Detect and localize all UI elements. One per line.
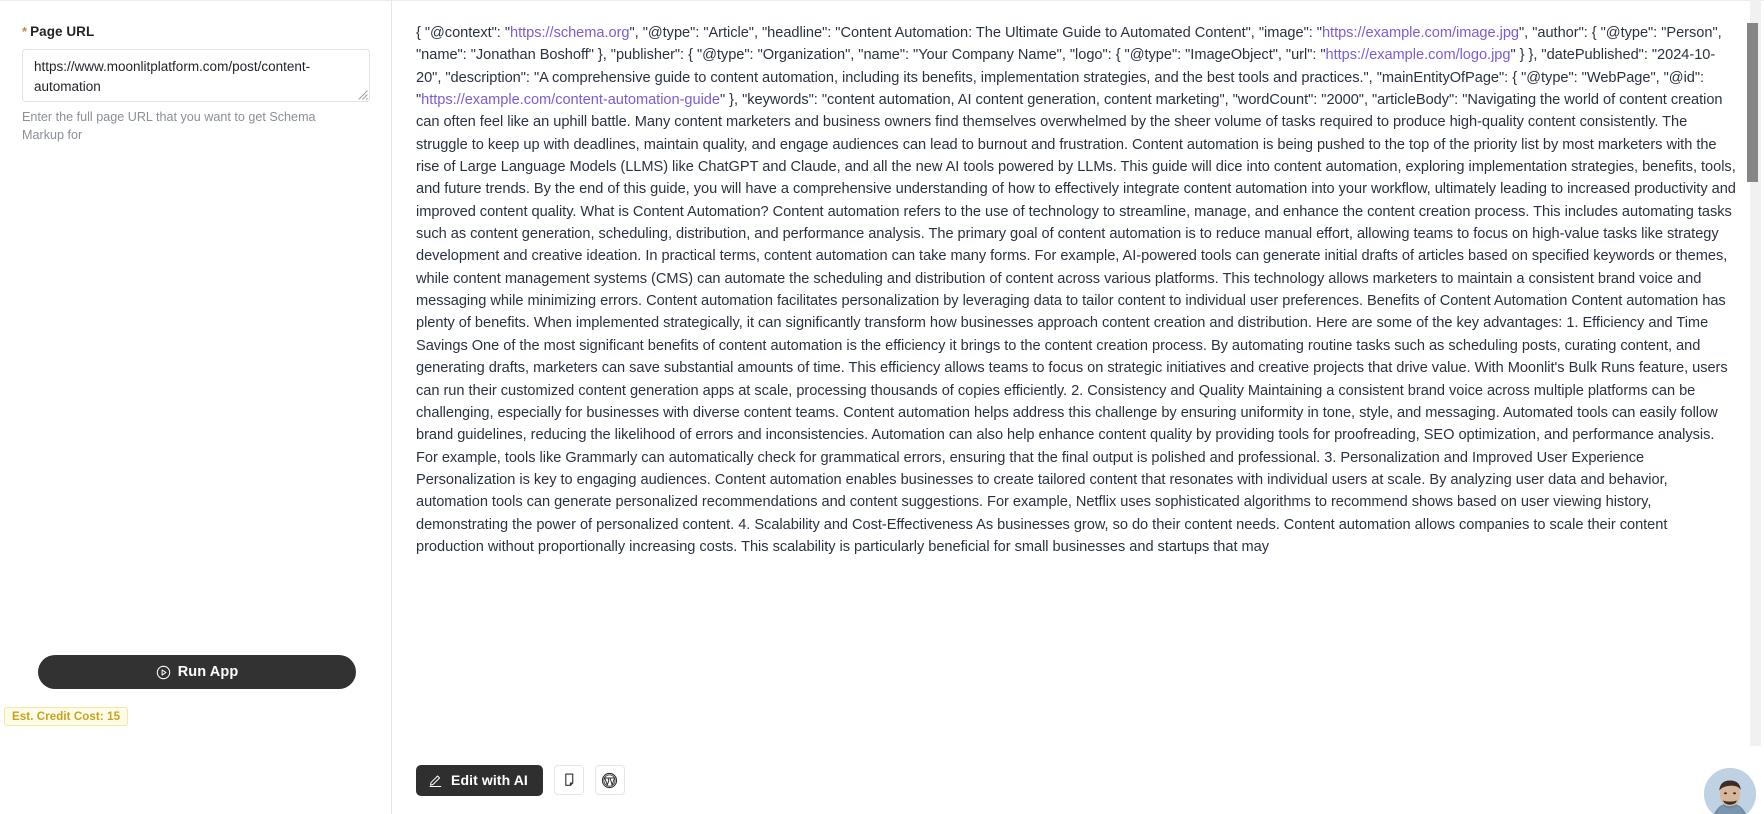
play-circle-icon: [156, 665, 170, 679]
vertical-scrollbar-thumb[interactable]: [1747, 23, 1758, 182]
output-toolbar: Edit with AI: [392, 746, 1764, 814]
wordpress-button[interactable]: [594, 765, 625, 795]
json-url-link[interactable]: https://example.com/logo.jpg: [1326, 47, 1511, 63]
json-text-segment: ", "@type": "Article", "headline": "Cont…: [629, 25, 1322, 41]
json-text-segment: " }, "keywords": "content automation, AI…: [416, 92, 1736, 555]
input-sidebar: *Page URL Enter the full page URL that y…: [0, 0, 392, 814]
json-output-panel: { "@context": "https://schema.org", "@ty…: [392, 0, 1764, 814]
credit-cost-badge: Est. Credit Cost: 15: [4, 707, 129, 726]
chat-avatar[interactable]: [1704, 768, 1756, 814]
pencil-icon: [429, 775, 442, 787]
required-asterisk: *: [22, 24, 28, 39]
page-url-input[interactable]: [22, 49, 370, 102]
page-url-field-group: *Page URL Enter the full page URL that y…: [22, 22, 370, 144]
copy-button[interactable]: [553, 765, 584, 795]
json-url-link[interactable]: https://example.com/image.jpg: [1322, 25, 1519, 41]
page-url-input-wrapper: [22, 49, 370, 102]
page-url-label-text: Page URL: [30, 24, 95, 39]
sidebar-top-divider: [0, 0, 391, 1]
json-text-segment: { "@context": ": [416, 25, 510, 41]
page-url-label: * Page URL: [22, 22, 370, 42]
run-app-label: Run App: [177, 664, 239, 680]
run-app-button[interactable]: Run App: [38, 655, 356, 689]
schema-markup-app: *Page URL Enter the full page URL that y…: [0, 0, 1764, 814]
wordpress-icon: [602, 772, 618, 788]
schema-json-output: { "@context": "https://schema.org", "@ty…: [416, 22, 1738, 558]
page-url-hint: Enter the full page URL that you want to…: [22, 110, 316, 142]
vertical-scrollbar-track[interactable]: [1747, 0, 1761, 746]
json-scroll-container[interactable]: { "@context": "https://schema.org", "@ty…: [392, 0, 1764, 746]
copy-icon: [565, 773, 574, 786]
json-url-link[interactable]: https://schema.org: [510, 25, 630, 41]
edit-with-ai-button[interactable]: Edit with AI: [416, 764, 543, 796]
json-url-link[interactable]: https://example.com/content-automation-g…: [421, 92, 720, 108]
avatar-illustration-icon: [1704, 768, 1756, 814]
edit-with-ai-label: Edit with AI: [451, 772, 528, 788]
